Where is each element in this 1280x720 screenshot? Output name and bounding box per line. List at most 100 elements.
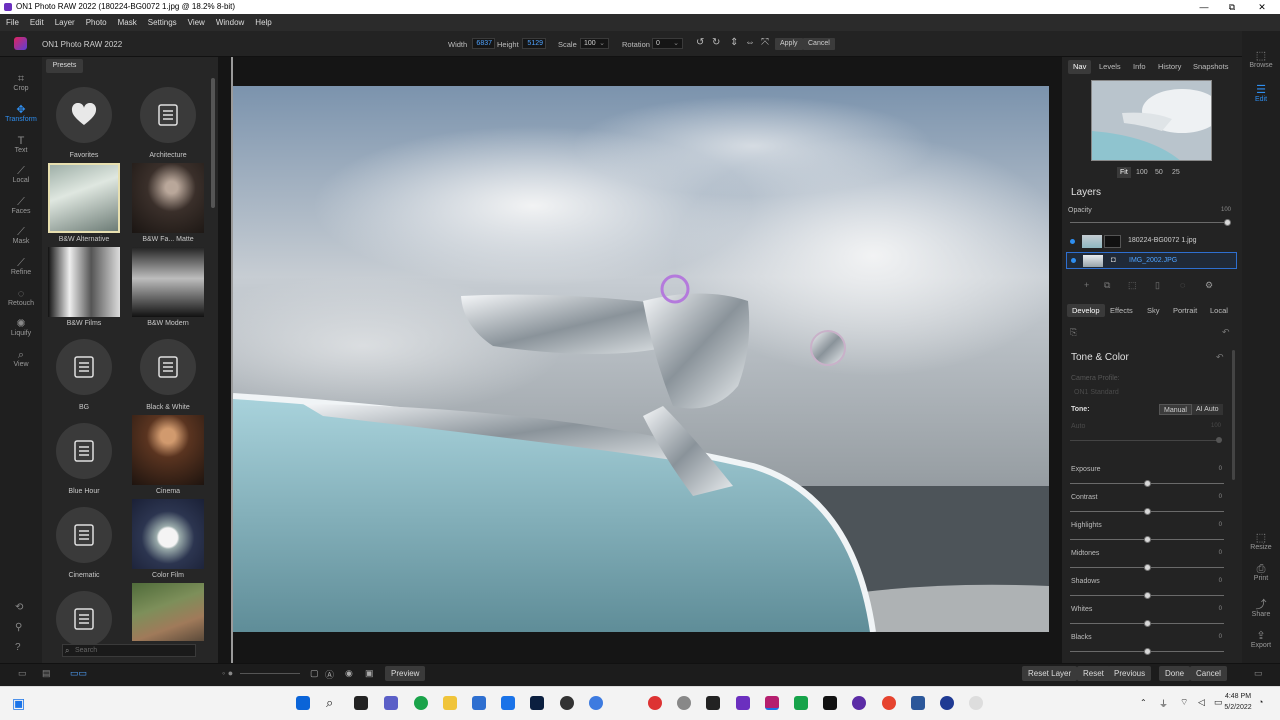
annotate-icon[interactable]: Ⓐ — [325, 668, 334, 681]
tab-levels[interactable]: Levels — [1094, 60, 1126, 74]
tool-refine[interactable]: ⟋ Refine — [0, 257, 42, 276]
width-field[interactable]: 6837 — [472, 38, 495, 49]
slider-value[interactable]: 0 — [1202, 550, 1222, 556]
tool-local[interactable]: ⟋ Local — [0, 165, 42, 184]
preset-bg[interactable] — [56, 339, 112, 395]
slider-value[interactable]: 0 — [1202, 578, 1222, 584]
preset-cinema[interactable] — [132, 415, 204, 485]
store-icon[interactable] — [472, 696, 486, 710]
clock-date[interactable]: 5/2/2022 — [1222, 704, 1254, 711]
auto-slider[interactable] — [1070, 440, 1220, 441]
scale-select[interactable]: 100 ⌄ — [580, 38, 609, 49]
tool-view[interactable]: ⌕ View — [0, 349, 42, 368]
preset-save-icon[interactable]: ⎘ — [1070, 327, 1077, 338]
presets-tab[interactable]: Presets — [46, 59, 83, 73]
preset-black-white[interactable] — [140, 339, 196, 395]
copy-layer-icon[interactable]: ⧉ — [1104, 280, 1110, 291]
tool-mask[interactable]: ⟋ Mask — [0, 226, 42, 245]
slider-knob[interactable] — [1144, 592, 1151, 599]
hand-icon[interactable]: ⟲ — [15, 602, 23, 613]
app-icon-8[interactable] — [589, 696, 603, 710]
rotation-select[interactable]: 0 ⌄ — [652, 38, 683, 49]
preset-favorites[interactable] — [56, 87, 112, 143]
module-resize[interactable]: ⬚ Resize — [1242, 532, 1280, 551]
height-field[interactable]: 5129 — [522, 38, 546, 49]
zoom-25[interactable]: 25 — [1169, 167, 1183, 178]
flip-horizontal-icon[interactable]: ⇔ — [745, 38, 755, 48]
slider-value[interactable]: 0 — [1202, 466, 1222, 472]
slider-knob[interactable] — [1144, 508, 1151, 515]
wifi-icon[interactable]: ⌔ — [1180, 697, 1188, 708]
reset-button[interactable]: Reset — [1077, 666, 1110, 681]
preset-color-film[interactable] — [132, 499, 204, 569]
fit-icon[interactable]: ⤧ — [761, 38, 769, 48]
layer-row[interactable]: 180224-BG0072 1.jpg — [1066, 233, 1237, 250]
panel-toggle-icon[interactable]: ▭ — [18, 668, 27, 679]
settings-scrollbar[interactable] — [1232, 350, 1235, 480]
module-share[interactable]: ⤴ Share — [1242, 599, 1280, 618]
app-icon-14[interactable] — [794, 696, 808, 710]
edge-icon[interactable] — [414, 696, 428, 710]
module-print[interactable]: ⎙ Print — [1242, 563, 1280, 582]
delete-layer-icon[interactable]: ▯ — [1155, 280, 1160, 291]
preset-bw-modern[interactable] — [132, 247, 204, 317]
mask-view-icon[interactable]: ◉ — [345, 668, 353, 679]
tab-nav[interactable]: Nav — [1068, 60, 1092, 74]
preset-thumb[interactable] — [132, 583, 204, 641]
layer-row-selected[interactable]: ◘ IMG_2002.JPG — [1066, 252, 1237, 269]
zoom-100[interactable]: 100 — [1133, 167, 1151, 178]
tool-faces[interactable]: ⟋ Faces — [0, 196, 42, 215]
user-icon[interactable]: ⚲ — [15, 622, 22, 633]
preset-bw-faded-matte[interactable] — [132, 163, 204, 233]
task-view-icon[interactable] — [354, 696, 368, 710]
navigator-preview[interactable] — [1091, 80, 1212, 161]
module-browse[interactable]: ⬚ Browse — [1242, 50, 1280, 69]
reset-section-icon[interactable]: ↶ — [1216, 352, 1224, 363]
chrome-icon[interactable] — [882, 696, 896, 710]
slider-value[interactable]: 0 — [1202, 606, 1222, 612]
slider-value[interactable]: 0 — [1202, 494, 1222, 500]
app-icon-10[interactable] — [677, 696, 691, 710]
slider-knob[interactable] — [1144, 536, 1151, 543]
previous-button[interactable]: Previous — [1108, 666, 1152, 681]
tone-manual-button[interactable]: Manual — [1159, 404, 1192, 415]
menu-window[interactable]: Window — [216, 18, 244, 27]
module-export[interactable]: ⇪ Export — [1242, 630, 1280, 649]
zoom-fit[interactable]: Fit — [1117, 167, 1131, 178]
apply-button[interactable]: Apply — [775, 38, 803, 50]
preset-bw-films[interactable] — [48, 247, 120, 317]
slider-knob[interactable] — [1144, 648, 1151, 655]
tone-ai-auto-button[interactable]: AI Auto — [1192, 404, 1223, 415]
tab-snapshots[interactable]: Snapshots — [1188, 60, 1233, 74]
on1-taskbar-icon[interactable] — [765, 696, 779, 710]
slider-knob[interactable] — [1144, 620, 1151, 627]
tab-effects[interactable]: Effects — [1105, 304, 1138, 317]
search-taskbar-icon[interactable]: ⌕ — [326, 695, 333, 711]
tool-crop[interactable]: ⌗ Crop — [0, 73, 42, 92]
menu-photo[interactable]: Photo — [86, 18, 107, 27]
tab-info[interactable]: Info — [1128, 60, 1151, 74]
tab-develop[interactable]: Develop — [1067, 304, 1105, 317]
overlay-icon[interactable]: ▣ — [365, 668, 374, 679]
flip-vertical-icon[interactable]: ⇕ — [730, 38, 738, 48]
auto-slider-knob[interactable] — [1216, 437, 1222, 443]
tool-liquify[interactable]: ✺ Liquify — [0, 318, 42, 337]
compare-icon[interactable]: ▢ — [310, 668, 319, 679]
opacity-slider[interactable] — [1070, 222, 1228, 223]
slider-knob[interactable] — [1144, 564, 1151, 571]
rotate-right-icon[interactable]: ↻ — [712, 38, 720, 48]
tool-transform[interactable]: ✥ Transform — [0, 104, 42, 123]
mail-icon[interactable] — [501, 696, 515, 710]
grid-view-icon[interactable]: ▤ — [42, 668, 51, 679]
menu-settings[interactable]: Settings — [148, 18, 177, 27]
mic-icon[interactable]: ⏚ — [1159, 697, 1168, 710]
reset-layer-button[interactable]: Reset Layer — [1022, 666, 1078, 681]
tab-portrait[interactable]: Portrait — [1168, 304, 1202, 317]
preset-blue-hour[interactable] — [56, 423, 112, 479]
menu-file[interactable]: File — [6, 18, 19, 27]
app-icon-20[interactable] — [969, 696, 983, 710]
layer-settings-icon[interactable]: ⚙ — [1205, 280, 1213, 291]
panel-collapse-icon[interactable]: ▭ — [1254, 668, 1263, 679]
maximize-button[interactable]: ⧉ — [1216, 0, 1248, 14]
tool-retouch[interactable]: ◌ Retouch — [0, 288, 42, 307]
